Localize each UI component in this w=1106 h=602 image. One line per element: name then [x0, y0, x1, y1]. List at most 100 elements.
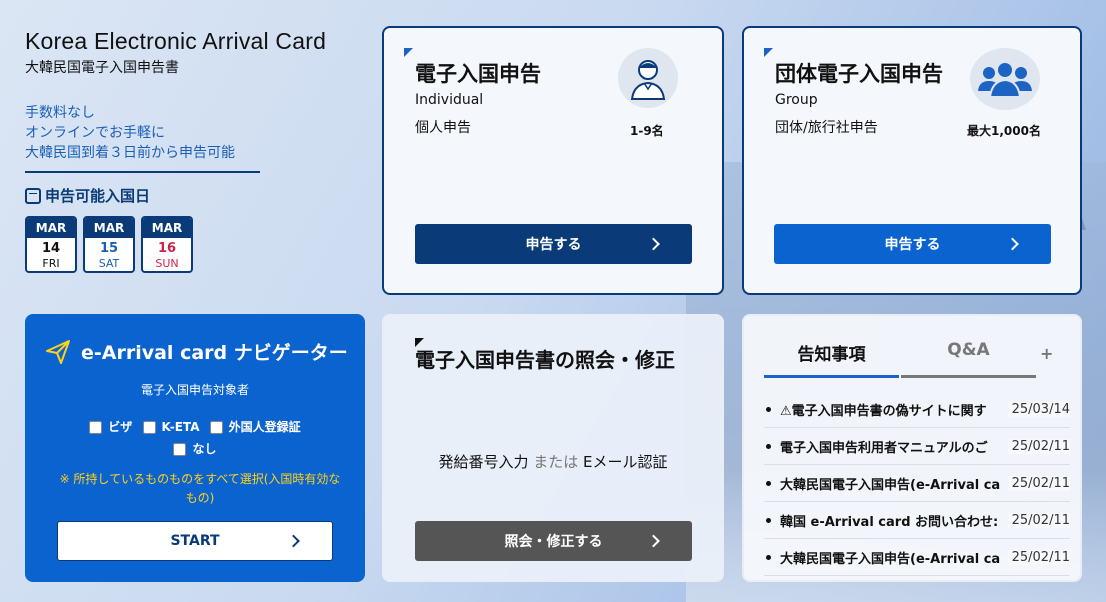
button-label: 照会・修正する	[504, 534, 603, 550]
notice-panel: 告知事項 Q&A + ⚠電子入国申告書の偽サイトに関す 25/03/14 電子入…	[742, 314, 1082, 582]
individual-count: 1-9名	[630, 124, 664, 138]
desc-email: Eメール認証	[583, 453, 668, 471]
individual-jp-label: 個人申告	[415, 120, 471, 136]
notice-date: 25/02/11	[1007, 512, 1070, 528]
option-keta[interactable]: K-ETA	[142, 418, 200, 437]
notice-item[interactable]: 大韓民国電子入国申告(e-Arrival ca 25/02/11	[764, 465, 1070, 502]
available-dates-label: 申告可能入国日	[45, 187, 151, 205]
notice-date: 25/02/11	[1007, 549, 1070, 565]
group-count: 最大1,000名	[967, 124, 1041, 138]
option-label: 外国人登録証	[228, 420, 301, 434]
chevron-right-icon	[1006, 237, 1019, 251]
notice-item[interactable]: 韓国 e-Arrival card お問い合わせ: 25/02/11	[764, 502, 1070, 539]
date-weekday: FRI	[42, 257, 60, 270]
individual-title: 電子入国申告	[415, 62, 541, 86]
notice-title[interactable]: 大韓民国電子入国申告(e-Arrival ca	[780, 474, 1005, 493]
feature-item: 大韓民国到着３日前から申告可能	[25, 145, 235, 161]
notice-title[interactable]: 電子入国申告利用者マニュアルのご	[780, 437, 1005, 456]
desc-or: または	[533, 453, 579, 471]
group-icon	[970, 48, 1040, 110]
corner-mark	[404, 48, 413, 57]
selection-note: ※ 所持しているものものをすべて選択(入国時有効なもの)	[59, 472, 341, 505]
page-title: Korea Electronic Arrival Card	[25, 28, 327, 54]
checkbox[interactable]	[209, 421, 223, 434]
tab-notices[interactable]: 告知事項	[764, 336, 899, 378]
notice-title[interactable]: 大韓民国電子入国申告(e-Arrival ca	[780, 548, 1005, 567]
feature-item: 手数料なし	[25, 105, 95, 121]
date-day: 16	[157, 241, 177, 256]
start-button[interactable]: START	[57, 521, 333, 561]
date-chip: MAR 14 FRI	[25, 216, 77, 273]
individual-en-label: Individual	[415, 92, 484, 108]
individual-declare-button[interactable]: 申告する	[415, 224, 692, 264]
notice-date: 25/02/11	[1007, 475, 1070, 491]
inquiry-card[interactable]: 電子入国申告書の照会・修正 発給番号入力 または Eメール認証 照会・修正する	[382, 314, 724, 582]
bullet	[766, 554, 771, 560]
date-weekday: SUN	[155, 257, 179, 270]
bullet	[766, 443, 771, 449]
inquiry-button[interactable]: 照会・修正する	[415, 521, 692, 561]
checkbox[interactable]	[89, 421, 103, 434]
option-visa[interactable]: ビザ	[89, 418, 132, 437]
option-label: なし	[192, 442, 217, 456]
divider	[25, 171, 260, 173]
notice-title[interactable]: ⚠電子入国申告書の偽サイトに関す	[780, 400, 1005, 419]
navigator-subtitle: 電子入国申告対象者	[140, 383, 249, 397]
date-chip: MAR 15 SAT	[83, 216, 135, 273]
option-alien-registration[interactable]: 外国人登録証	[209, 418, 301, 437]
date-day: 14	[41, 241, 61, 256]
notice-item[interactable]: 大韓民国電子入国申告(e-Arrival ca 25/02/11	[764, 539, 1070, 576]
notice-title[interactable]: 韓国 e-Arrival card お問い合わせ:	[780, 511, 1005, 530]
date-list: MAR 14 FRI MAR 15 SAT MAR 16 SUN	[25, 216, 365, 273]
available-dates-heading: 申告可能入国日	[25, 185, 365, 206]
more-plus-icon[interactable]: +	[1040, 344, 1053, 363]
notice-date: 25/03/14	[1007, 401, 1070, 417]
date-month: MAR	[143, 218, 191, 238]
notice-list: ⚠電子入国申告書の偽サイトに関す 25/03/14 電子入国申告利用者マニュアル…	[764, 391, 1070, 576]
checkbox[interactable]	[173, 443, 187, 456]
date-month: MAR	[27, 218, 75, 238]
feature-item: オンラインでお手軽に	[25, 125, 165, 141]
paper-plane-icon	[46, 339, 70, 364]
start-label: START	[170, 533, 220, 549]
date-day: 15	[99, 241, 119, 256]
option-label: ビザ	[108, 420, 133, 434]
checkbox[interactable]	[142, 421, 156, 434]
calendar-icon	[25, 187, 41, 204]
group-declare-button[interactable]: 申告する	[774, 224, 1051, 264]
eligibility-options: ビザ K-ETA 外国人登録証 なし	[25, 418, 365, 462]
button-label: 申告する	[525, 237, 582, 253]
chevron-right-icon	[647, 237, 660, 251]
person-icon	[618, 48, 678, 108]
button-label: 申告する	[884, 237, 941, 253]
desc-issue-number: 発給番号入力	[438, 453, 529, 471]
group-jp-label: 団体/旅行社申告	[775, 120, 878, 136]
tab-qna[interactable]: Q&A	[901, 336, 1036, 378]
chevron-right-icon	[647, 534, 660, 548]
navigator-heading: e-Arrival card ナビゲーター	[45, 338, 348, 365]
notice-item[interactable]: 電子入国申告利用者マニュアルのご 25/02/11	[764, 428, 1070, 465]
page-subtitle: 大韓民国電子入国申告書	[25, 60, 179, 76]
navigator-title: e-Arrival card ナビゲーター	[81, 342, 348, 364]
group-card[interactable]: 団体電子入国申告 Group 団体/旅行社申告 最大1,000名 申告する	[742, 26, 1082, 295]
option-none[interactable]: なし	[173, 440, 217, 459]
notice-tabs: 告知事項 Q&A +	[764, 336, 1064, 378]
bullet	[766, 406, 771, 412]
option-label: K-ETA	[161, 420, 200, 434]
group-title: 団体電子入国申告	[775, 62, 943, 86]
navigator-panel: e-Arrival card ナビゲーター 電子入国申告対象者 ビザ K-ETA…	[25, 314, 365, 582]
date-weekday: SAT	[98, 257, 120, 270]
intro-panel: Korea Electronic Arrival Card 大韓民国電子入国申告…	[25, 28, 365, 273]
date-chip: MAR 16 SUN	[141, 216, 193, 273]
corner-mark	[764, 48, 773, 57]
feature-list: 手数料なし オンラインでお手軽に 大韓民国到着３日前から申告可能	[25, 103, 365, 163]
notice-item[interactable]: ⚠電子入国申告書の偽サイトに関す 25/03/14	[764, 391, 1070, 428]
group-en-label: Group	[775, 92, 818, 108]
bullet	[766, 480, 771, 486]
inquiry-title: 電子入国申告書の照会・修正	[415, 348, 675, 372]
individual-card[interactable]: 電子入国申告 Individual 個人申告 1-9名 申告する	[382, 26, 724, 295]
inquiry-description: 発給番号入力 または Eメール認証	[384, 451, 722, 472]
notice-date: 25/02/11	[1007, 438, 1070, 454]
chevron-right-icon	[287, 534, 300, 548]
bullet	[766, 517, 771, 523]
